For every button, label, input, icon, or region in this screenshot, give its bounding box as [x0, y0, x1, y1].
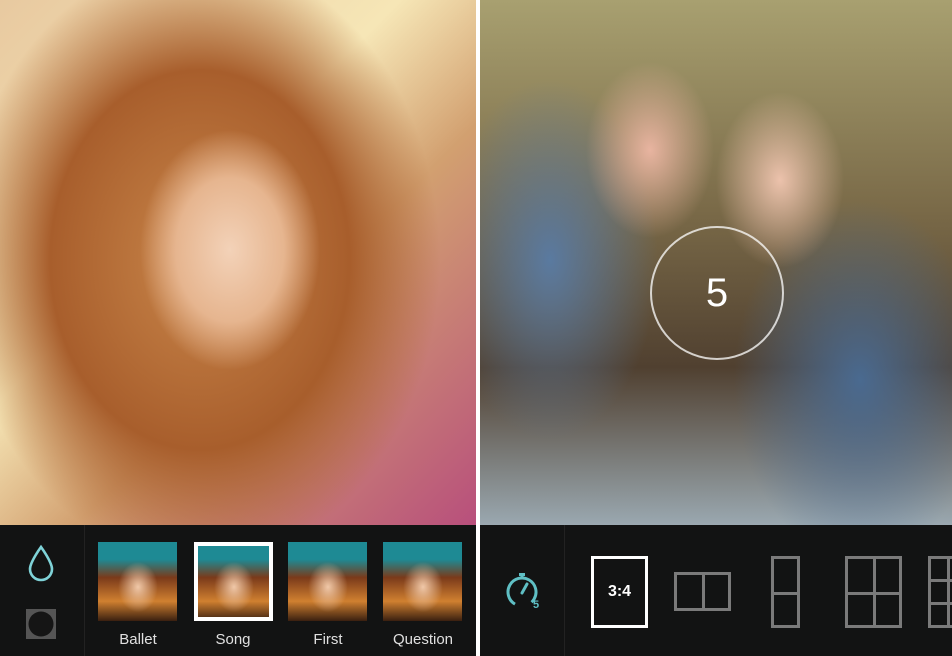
layout-two-vertical-button[interactable]: [771, 556, 800, 628]
filter-thumb-first[interactable]: [288, 542, 367, 621]
timer-seconds: 5: [533, 599, 539, 611]
layout-two-horizontal-button[interactable]: [674, 572, 731, 611]
filter-label: Song: [215, 631, 251, 648]
filter-toolbar: Ballet Song First Question: [0, 525, 476, 656]
filter-thumb-song[interactable]: [194, 542, 273, 621]
ratio-label: 3:4: [607, 583, 632, 600]
layout-six-grid-button[interactable]: [928, 556, 952, 628]
filter-label: Question: [392, 631, 454, 648]
filter-thumb-question[interactable]: [383, 542, 462, 621]
droplet-icon[interactable]: [26, 544, 56, 582]
vignette-icon[interactable]: [26, 609, 56, 639]
divider: [564, 525, 565, 656]
filter-screen: Ballet Song First Question: [0, 0, 476, 656]
filter-label: First: [313, 631, 343, 648]
camera-screen: 5 5 3:4: [480, 0, 952, 656]
divider: [84, 525, 85, 656]
filter-label: Ballet: [119, 631, 157, 648]
layout-toolbar: 5 3:4: [480, 525, 952, 656]
layout-3-4-button[interactable]: 3:4: [591, 556, 648, 628]
countdown-timer: 5: [650, 226, 784, 360]
photo-preview: [0, 0, 476, 525]
layout-four-grid-button[interactable]: [845, 556, 902, 628]
filter-thumb-ballet[interactable]: [98, 542, 177, 621]
timer-icon[interactable]: 5: [504, 571, 544, 611]
